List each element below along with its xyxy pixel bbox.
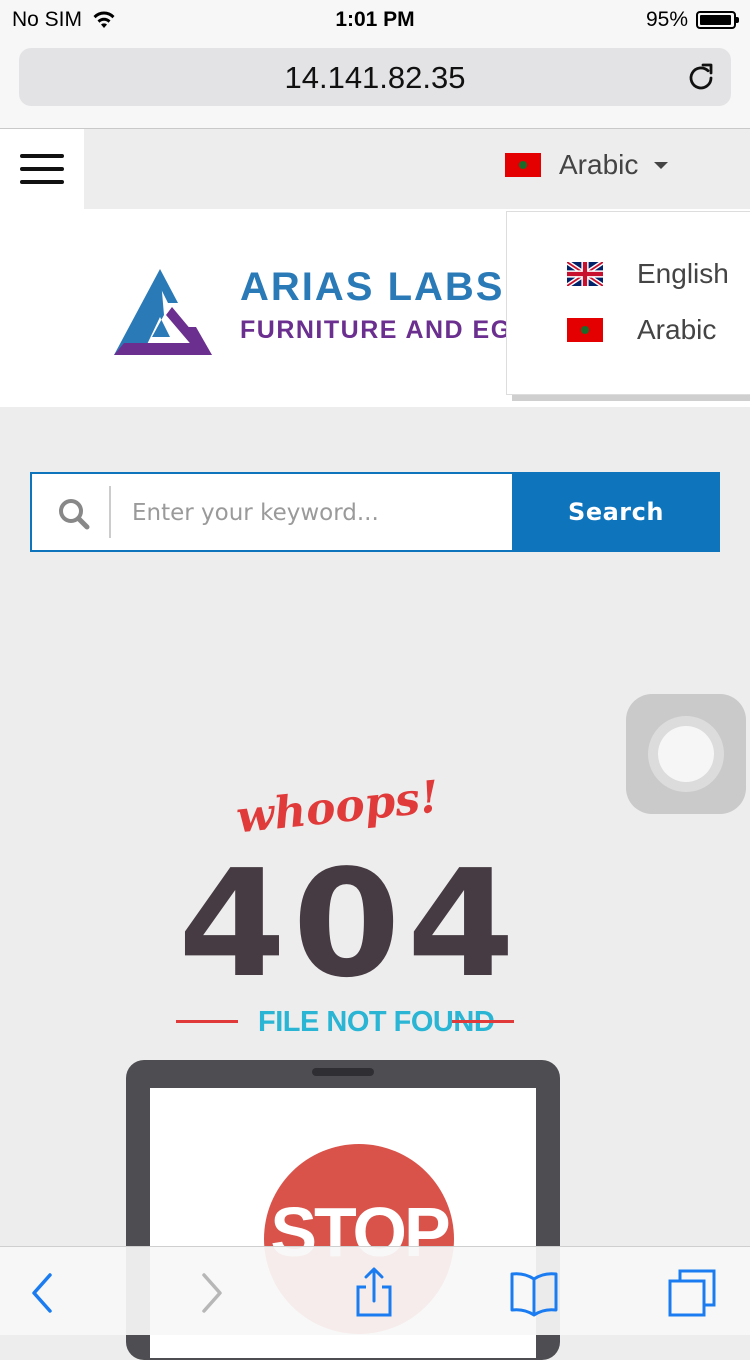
forward-icon[interactable] <box>184 1267 236 1319</box>
battery-percentage: 95% <box>645 8 688 31</box>
language-dropdown: English Arabic <box>506 211 750 395</box>
search-divider <box>109 486 111 538</box>
hamburger-bar <box>20 154 64 158</box>
reload-icon[interactable] <box>685 61 717 93</box>
language-selector[interactable]: Arabic <box>505 149 669 181</box>
whoops-text: whoops! <box>233 771 442 844</box>
battery-group: 95% <box>645 8 739 32</box>
brand-text[interactable]: ARIAS LABS S FURNITURE AND EG <box>240 265 546 345</box>
search-bar: Search <box>30 472 720 552</box>
language-option-english[interactable]: English <box>567 258 729 290</box>
divider-line <box>452 1020 514 1023</box>
search-button[interactable]: Search <box>512 472 720 552</box>
current-language-label: Arabic <box>559 149 639 180</box>
tabs-icon[interactable] <box>666 1267 718 1319</box>
logo-triangle-icon[interactable] <box>112 267 216 359</box>
caret-down-icon <box>654 161 669 169</box>
search-icon <box>59 499 90 530</box>
search-field <box>30 472 512 552</box>
search-input[interactable] <box>130 490 494 536</box>
share-icon[interactable] <box>348 1267 400 1319</box>
back-icon[interactable] <box>18 1267 70 1319</box>
menu-button[interactable] <box>0 129 84 209</box>
hamburger-bar <box>20 180 64 184</box>
browser-address-area: 14.141.82.35 <box>0 42 750 129</box>
status-bar: No SIM 1:01 PM 95% <box>0 0 750 42</box>
site-top-nav: Arabic <box>0 129 750 209</box>
url-text: 14.141.82.35 <box>284 60 466 95</box>
brand-name: ARIAS LABS S <box>240 265 547 309</box>
error-code: 404 <box>178 838 522 1010</box>
morocco-flag-icon <box>505 153 541 177</box>
uk-flag-icon <box>567 262 603 286</box>
address-bar[interactable]: 14.141.82.35 <box>19 48 731 106</box>
browser-toolbar <box>0 1246 750 1335</box>
bookmarks-icon[interactable] <box>508 1267 560 1319</box>
laptop-camera <box>312 1068 374 1076</box>
brand-tagline: FURNITURE AND EG <box>240 316 512 344</box>
clock: 1:01 PM <box>335 8 415 31</box>
language-option-label: English <box>637 258 729 289</box>
language-option-arabic[interactable]: Arabic <box>567 314 716 346</box>
hamburger-bar <box>20 167 64 171</box>
language-option-label: Arabic <box>637 314 717 345</box>
assistive-touch-button[interactable] <box>626 694 746 814</box>
morocco-flag-icon <box>567 318 603 342</box>
battery-icon <box>696 11 739 29</box>
divider-line <box>176 1020 238 1023</box>
